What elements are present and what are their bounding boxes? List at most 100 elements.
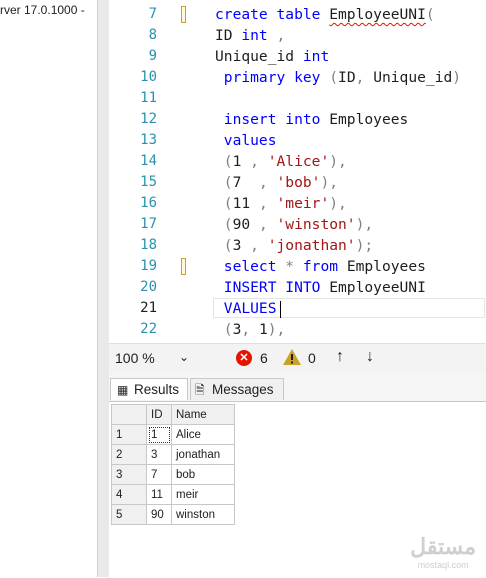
name-cell[interactable]: meir [171, 484, 235, 505]
code-line[interactable]: 22 (3, 1), [109, 319, 486, 340]
grid-corner[interactable] [111, 404, 147, 425]
line-number: 20 [140, 279, 157, 295]
code-line[interactable]: 17 (90 , 'winston'), [109, 214, 486, 235]
tab-results[interactable]: ▦ Results [110, 378, 188, 400]
code-token: EmployeeUNI [329, 279, 426, 296]
results-tabs: ▦ Results 🗎 Messages [109, 375, 486, 400]
code-line[interactable]: 10 primary key (ID, Unique_id) [109, 67, 486, 88]
code-token: 1 [232, 153, 251, 170]
code-line[interactable]: 15 (7 , 'bob'), [109, 172, 486, 193]
code-line[interactable]: 12 insert into Employees [109, 109, 486, 130]
code-text[interactable]: (3 , 'jonathan'); [215, 235, 373, 256]
name-cell[interactable]: bob [171, 464, 235, 485]
row-number-cell[interactable]: 1 [111, 424, 147, 445]
results-grid: ID Name 1 1 Alice 2 3 jonathan 3 7 bob 4 11 meir 5 90… [111, 404, 235, 525]
grid-header-row: ID Name [111, 404, 235, 425]
code-line[interactable]: 14 (1 , 'Alice'), [109, 151, 486, 172]
code-token: ), [267, 321, 286, 338]
code-text[interactable]: values [215, 130, 277, 151]
code-line[interactable]: 8 ID int , [109, 25, 486, 46]
code-text[interactable]: ID int , [215, 25, 285, 46]
error-count[interactable]: 6 [260, 350, 268, 366]
id-cell[interactable]: 90 [146, 504, 172, 525]
watermark-logo: مستقل mostaql.com [410, 534, 476, 570]
table-row[interactable]: 5 90 winston [111, 504, 235, 525]
code-token: ), [355, 216, 374, 233]
code-token: , [267, 27, 286, 44]
results-grid-area: ID Name 1 1 Alice 2 3 jonathan 3 7 bob 4 11 meir 5 90… [109, 401, 486, 578]
code-line[interactable]: 20 INSERT INTO EmployeeUNI [109, 277, 486, 298]
code-token: ); [355, 237, 374, 254]
code-text[interactable]: (90 , 'winston'), [215, 214, 373, 235]
code-text[interactable]: create table EmployeeUNI( [215, 4, 435, 25]
code-line[interactable]: 19 select * from Employees [109, 256, 486, 277]
line-number: 17 [140, 216, 157, 232]
line-number: 10 [140, 69, 157, 85]
change-marker [181, 258, 186, 275]
watermark-url: mostaql.com [417, 560, 469, 570]
code-token: , [250, 153, 268, 170]
code-line[interactable]: 7 create table EmployeeUNI( [109, 4, 486, 25]
name-cell[interactable]: winston [171, 504, 235, 525]
warning-count[interactable]: 0 [308, 350, 316, 366]
table-row[interactable]: 4 11 meir [111, 484, 235, 505]
line-number: 7 [148, 6, 157, 22]
id-cell[interactable]: 11 [146, 484, 172, 505]
code-text[interactable]: (11 , 'meir'), [215, 193, 347, 214]
code-line[interactable]: 11 [109, 88, 486, 109]
code-token: 'jonathan' [267, 237, 356, 254]
code-text[interactable]: primary key (ID, Unique_id) [215, 67, 461, 88]
server-node-label[interactable]: rver 17.0.1000 - [0, 3, 85, 17]
zoom-level[interactable]: 100 % [115, 350, 155, 366]
code-line[interactable]: 18 (3 , 'jonathan'); [109, 235, 486, 256]
code-token: select [215, 258, 286, 275]
code-token: ID [338, 69, 356, 86]
arrow-down-icon[interactable]: ↓ [366, 348, 374, 366]
code-text[interactable]: (3, 1), [215, 319, 286, 340]
column-header-name[interactable]: Name [171, 404, 235, 425]
results-panel: ▦ Results 🗎 Messages ID Name 1 1 Alice 2 3 jona… [109, 373, 486, 578]
row-number-cell[interactable]: 3 [111, 464, 147, 485]
code-line[interactable]: 13 values [109, 130, 486, 151]
tab-results-label: Results [134, 382, 180, 397]
table-row[interactable]: 3 7 bob [111, 464, 235, 485]
code-token: * [285, 258, 303, 275]
tab-messages-label: Messages [212, 382, 274, 397]
code-line[interactable]: 16 (11 , 'meir'), [109, 193, 486, 214]
code-token: ( [215, 174, 233, 191]
row-number-cell[interactable]: 5 [111, 504, 147, 525]
code-token: Unique_id [373, 69, 453, 86]
code-token: 7 [232, 174, 259, 191]
id-cell[interactable]: 3 [146, 444, 172, 465]
name-cell[interactable]: jonathan [171, 444, 235, 465]
code-text[interactable]: INSERT INTO EmployeeUNI [215, 277, 426, 298]
code-token: 11 [232, 195, 259, 212]
id-cell[interactable]: 7 [146, 464, 172, 485]
id-cell[interactable]: 1 [146, 424, 172, 445]
row-number-cell[interactable]: 4 [111, 484, 147, 505]
name-cell[interactable]: Alice [171, 424, 235, 445]
query-editor[interactable]: 7 create table EmployeeUNI( 8 ID int , 9 Uniq… [109, 0, 486, 343]
arrow-up-icon[interactable]: ↑ [336, 348, 344, 366]
code-text[interactable]: insert into Employees [215, 109, 409, 130]
column-header-id[interactable]: ID [146, 404, 172, 425]
tab-messages[interactable]: 🗎 Messages [190, 378, 284, 400]
code-token: values [215, 132, 277, 149]
table-row[interactable]: 2 3 jonathan [111, 444, 235, 465]
code-token: ), [320, 174, 339, 191]
row-number-cell[interactable]: 2 [111, 444, 147, 465]
code-token: 'bob' [276, 174, 321, 191]
table-row[interactable]: 1 1 Alice [111, 424, 235, 445]
line-number: 8 [148, 27, 157, 43]
code-line[interactable]: 21 VALUES [109, 298, 486, 319]
error-icon[interactable]: ✕ [236, 350, 252, 366]
code-text[interactable]: VALUES [215, 298, 281, 319]
code-line[interactable]: 9 Unique_id int [109, 46, 486, 67]
code-text[interactable]: (7 , 'bob'), [215, 172, 338, 193]
code-text[interactable]: Unique_id int [215, 46, 329, 67]
chevron-down-icon[interactable]: ⌄ [179, 350, 189, 364]
change-marker [181, 6, 186, 23]
warning-icon[interactable] [282, 347, 302, 370]
code-text[interactable]: (1 , 'Alice'), [215, 151, 347, 172]
code-text[interactable]: select * from Employees [215, 256, 426, 277]
